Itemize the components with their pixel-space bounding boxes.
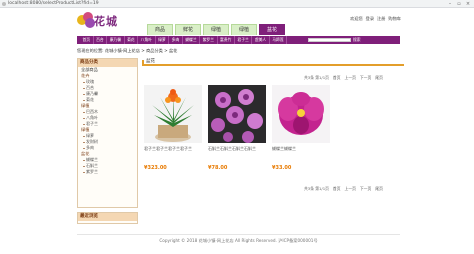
- nav-item[interactable]: 富贵竹: [218, 36, 235, 44]
- breadcrumb-prefix: 您现在的位置:: [77, 48, 104, 53]
- login-link[interactable]: 登录: [366, 16, 374, 22]
- sidebar-title: 商品分类: [78, 59, 137, 67]
- nav-item[interactable]: 康乃馨: [107, 36, 125, 44]
- product-name[interactable]: 蝴蝶兰蝴蝶兰: [272, 146, 330, 152]
- welcome-link: 欢迎您: [350, 16, 363, 21]
- product-price: ¥78.00: [208, 165, 228, 171]
- section-title: 盆花: [146, 59, 155, 64]
- close-icon[interactable]: ×: [464, 1, 472, 7]
- minimize-icon[interactable]: –: [446, 1, 454, 7]
- product-name[interactable]: 石斛兰石斛兰石斛兰石斛兰: [208, 146, 266, 152]
- top-links: 欢迎您 登录 注册 购物车: [350, 16, 401, 22]
- pager-last-button[interactable]: 尾页: [375, 186, 383, 192]
- pager-next-button[interactable]: 下一页: [360, 186, 371, 192]
- nav-item[interactable]: 虞美人: [252, 36, 270, 44]
- nav-item[interactable]: 八角叶: [138, 36, 156, 44]
- nav-item[interactable]: 马蹄莲: [270, 36, 288, 44]
- footer-copyright: Copyright © 2018 花城小镇-网上花店 All Rights Re…: [77, 234, 400, 244]
- nav-item[interactable]: 百合: [94, 36, 108, 44]
- nav-item[interactable]: 君子兰: [235, 36, 253, 44]
- product-price: ¥323.00: [144, 165, 167, 171]
- tab-flowers[interactable]: 鲜花: [175, 24, 201, 35]
- tab-green[interactable]: 绿植: [231, 24, 257, 35]
- sidebar-item[interactable]: 菊花: [78, 97, 137, 103]
- pager-bottom: 共3条 第1/1页 首页 上一页 下一页 尾页: [304, 186, 383, 192]
- sidebar-item[interactable]: 君子兰: [78, 121, 137, 127]
- section-header: 盆花: [142, 58, 404, 66]
- search-input[interactable]: [308, 38, 351, 42]
- nav-item[interactable]: 首页: [80, 36, 94, 44]
- nav-item[interactable]: 菊花: [125, 36, 139, 44]
- logo-text[interactable]: 花城: [94, 13, 118, 29]
- pager-prev-button[interactable]: 上一页: [345, 75, 356, 81]
- search-button[interactable]: 搜索: [353, 37, 361, 43]
- browser-address-bar: localhost:8080/selectProductList?fid=19 …: [0, 0, 474, 8]
- sidebar-item[interactable]: 多肉: [78, 145, 137, 151]
- product-grid: 君子兰君子兰君子兰君子兰 ¥323.00 石斛兰石斛兰石斛兰石斛兰 ¥78.00: [144, 85, 330, 175]
- tab-potted[interactable]: 盆花: [259, 24, 285, 35]
- breadcrumb: 您现在的位置: 花城小镇-网上花店 > 商品分类 > 盆花: [77, 48, 177, 54]
- product-image[interactable]: [208, 85, 266, 143]
- product-card[interactable]: 石斛兰石斛兰石斛兰石斛兰 ¥78.00: [208, 85, 266, 175]
- section-marker-icon: [142, 60, 144, 64]
- recent-panel: 最近浏览: [77, 212, 138, 224]
- main-nav: 首页 百合 康乃馨 菊花 八角叶 绿萝 多肉 蝴蝶兰 紫罗兰 富贵竹 君子兰 虞…: [77, 36, 400, 44]
- pager-top: 共3条 第1/1页 首页 上一页 下一页 尾页: [304, 75, 383, 81]
- category-tabs: 商品 鲜花 绿植 绿植 盆花: [147, 24, 285, 35]
- pager-first-button[interactable]: 首页: [333, 75, 341, 81]
- cart-link[interactable]: 购物车: [388, 16, 401, 22]
- product-image[interactable]: [272, 85, 330, 143]
- product-price: ¥33.00: [272, 165, 292, 171]
- product-name[interactable]: 君子兰君子兰君子兰君子兰: [144, 146, 202, 152]
- pager-info: 共3条 第1/1页: [304, 186, 329, 191]
- favicon-icon: [2, 2, 6, 6]
- nav-item[interactable]: 绿萝: [156, 36, 170, 44]
- nav-item[interactable]: 紫罗兰: [200, 36, 218, 44]
- breadcrumb-path[interactable]: 花城小镇-网上花店 > 商品分类 > 盆花: [105, 48, 177, 53]
- url-text[interactable]: localhost:8080/selectProductList?fid=19: [8, 1, 99, 7]
- pager-next-button[interactable]: 下一页: [360, 75, 371, 81]
- nav-item[interactable]: 蝴蝶兰: [183, 36, 201, 44]
- pager-first-button[interactable]: 首页: [333, 186, 341, 192]
- pager-info: 共3条 第1/1页: [304, 75, 329, 80]
- product-image[interactable]: [144, 85, 202, 143]
- sidebar-item[interactable]: 紫罗兰: [78, 169, 137, 175]
- nav-item[interactable]: 多肉: [169, 36, 183, 44]
- maximize-icon[interactable]: ▫: [455, 1, 463, 7]
- recent-title: 最近浏览: [78, 213, 137, 221]
- product-card[interactable]: 君子兰君子兰君子兰君子兰 ¥323.00: [144, 85, 202, 175]
- tab-goods[interactable]: 商品: [147, 24, 173, 35]
- category-sidebar: 商品分类 全部商品 花卉 玫瑰 百合 康乃馨 菊花 绿植 巴西木 八角叶 君子兰…: [77, 58, 138, 208]
- register-link[interactable]: 注册: [377, 16, 385, 22]
- tab-plants[interactable]: 绿植: [203, 24, 229, 35]
- pager-prev-button[interactable]: 上一页: [345, 186, 356, 192]
- pager-last-button[interactable]: 尾页: [375, 75, 383, 81]
- product-card[interactable]: 蝴蝶兰蝴蝶兰 ¥33.00: [272, 85, 330, 175]
